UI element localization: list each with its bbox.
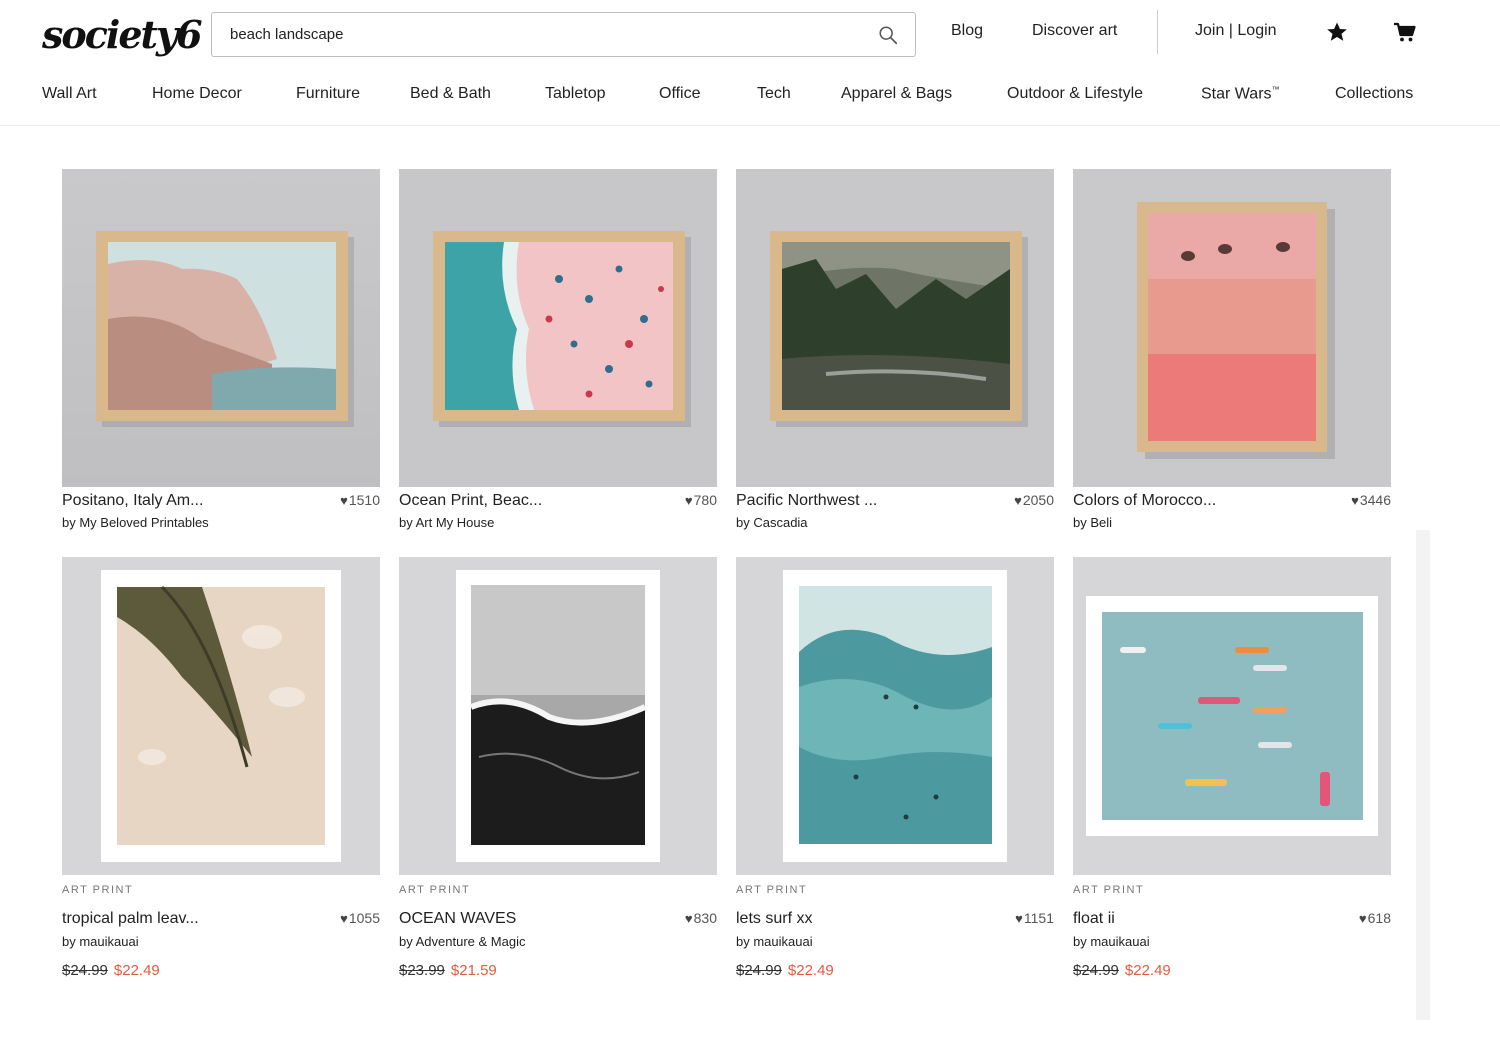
nav-tabletop[interactable]: Tabletop [545, 85, 606, 103]
sale-price: $22.49 [1124, 962, 1171, 979]
like-count-value: 618 [1367, 910, 1391, 926]
original-price: $24.99 [1073, 962, 1119, 979]
like-count-value: 830 [693, 910, 717, 926]
like-count[interactable]: ♥1510 [340, 492, 380, 508]
product-card[interactable]: Ocean Print, Beac... ♥780 by Art My Hous… [399, 169, 717, 539]
price-block: $24.99 $22.49 [736, 962, 834, 979]
heart-icon[interactable]: ♥ [1015, 911, 1023, 926]
like-count-value: 2050 [1022, 492, 1054, 508]
nav-bed-bath[interactable]: Bed & Bath [410, 85, 491, 103]
trademark-mark: ™ [1271, 85, 1280, 94]
nav-collections[interactable]: Collections [1335, 85, 1413, 103]
product-image[interactable] [1073, 169, 1391, 487]
original-price: $23.99 [399, 962, 445, 979]
product-artist[interactable]: by mauikauai [736, 934, 813, 949]
product-title[interactable]: Positano, Italy Am... [62, 492, 203, 510]
product-type: ART PRINT [1073, 884, 1145, 896]
product-card[interactable]: ART PRINT lets surf xx ♥1151 by mauikaua… [736, 557, 1054, 997]
discover-art-link[interactable]: Discover art [1032, 22, 1117, 40]
like-count-value: 1055 [348, 910, 380, 926]
product-image[interactable] [62, 557, 380, 875]
search-bar[interactable] [211, 12, 916, 57]
search-input[interactable] [230, 26, 877, 43]
nav-office[interactable]: Office [659, 85, 701, 103]
sale-price: $22.49 [787, 962, 834, 979]
header-divider [1157, 10, 1158, 54]
nav-apparel-bags[interactable]: Apparel & Bags [841, 85, 952, 103]
nav-star-wars[interactable]: Star Wars™ [1201, 85, 1280, 103]
like-count[interactable]: ♥1055 [340, 910, 380, 926]
product-artist[interactable]: by Art My House [399, 515, 494, 530]
join-login-link[interactable]: Join | Login [1195, 22, 1277, 40]
product-type: ART PRINT [62, 884, 134, 896]
product-card[interactable]: ART PRINT OCEAN WAVES ♥830 by Adventure … [399, 557, 717, 997]
cart-icon[interactable] [1393, 20, 1417, 44]
product-card[interactable]: ART PRINT tropical palm leav... ♥1055 by… [62, 557, 380, 997]
product-image[interactable] [1073, 557, 1391, 875]
product-card[interactable]: ART PRINT float ii ♥618 by mauikauai $24… [1073, 557, 1391, 997]
heart-icon[interactable]: ♥ [340, 493, 348, 508]
product-card[interactable]: Pacific Northwest ... ♥2050 by Cascadia [736, 169, 1054, 539]
heart-icon[interactable]: ♥ [685, 493, 693, 508]
original-price: $24.99 [736, 962, 782, 979]
like-count[interactable]: ♥1151 [1015, 910, 1054, 926]
like-count-value: 1151 [1023, 910, 1054, 926]
search-icon[interactable] [877, 24, 899, 46]
product-title[interactable]: lets surf xx [736, 910, 812, 928]
heart-icon[interactable]: ♥ [1014, 493, 1022, 508]
nav-star-wars-label: Star Wars [1201, 85, 1272, 103]
nav-furniture[interactable]: Furniture [296, 85, 360, 103]
heart-icon[interactable]: ♥ [1359, 911, 1367, 926]
product-type: ART PRINT [399, 884, 471, 896]
product-artist[interactable]: by Beli [1073, 515, 1112, 530]
product-image[interactable] [736, 169, 1054, 487]
product-title[interactable]: Pacific Northwest ... [736, 492, 877, 510]
like-count[interactable]: ♥2050 [1014, 492, 1054, 508]
like-count[interactable]: ♥780 [685, 492, 717, 508]
heart-icon[interactable]: ♥ [340, 911, 348, 926]
like-count[interactable]: ♥3446 [1351, 492, 1391, 508]
product-artist[interactable]: by mauikauai [62, 934, 139, 949]
scrollbar[interactable] [1416, 530, 1430, 1020]
product-artist[interactable]: by mauikauai [1073, 934, 1150, 949]
product-artist[interactable]: by My Beloved Printables [62, 515, 209, 530]
category-nav: Wall Art Home Decor Furniture Bed & Bath… [0, 70, 1500, 126]
like-count-value: 3446 [1359, 492, 1391, 508]
like-count-value: 780 [693, 492, 717, 508]
product-image[interactable] [399, 557, 717, 875]
product-artist[interactable]: by Adventure & Magic [399, 934, 525, 949]
like-count-value: 1510 [348, 492, 380, 508]
blog-link[interactable]: Blog [951, 22, 983, 40]
price-block: $23.99 $21.59 [399, 962, 497, 979]
sale-price: $22.49 [113, 962, 160, 979]
nav-tech[interactable]: Tech [757, 85, 791, 103]
sale-price: $21.59 [450, 962, 497, 979]
product-title[interactable]: OCEAN WAVES [399, 910, 516, 928]
nav-outdoor-lifestyle[interactable]: Outdoor & Lifestyle [1007, 85, 1143, 103]
product-title[interactable]: Ocean Print, Beac... [399, 492, 542, 510]
like-count[interactable]: ♥618 [1359, 910, 1391, 926]
product-image[interactable] [62, 169, 380, 487]
product-image[interactable] [736, 557, 1054, 875]
original-price: $24.99 [62, 962, 108, 979]
star-icon[interactable] [1325, 20, 1349, 44]
price-block: $24.99 $22.49 [62, 962, 160, 979]
product-title[interactable]: Colors of Morocco... [1073, 492, 1216, 510]
product-title[interactable]: tropical palm leav... [62, 910, 199, 928]
product-type: ART PRINT [736, 884, 808, 896]
like-count[interactable]: ♥830 [685, 910, 717, 926]
product-title[interactable]: float ii [1073, 910, 1115, 928]
heart-icon[interactable]: ♥ [685, 911, 693, 926]
product-card[interactable]: Positano, Italy Am... ♥1510 by My Belove… [62, 169, 380, 539]
product-card[interactable]: Colors of Morocco... ♥3446 by Beli [1073, 169, 1391, 539]
nav-home-decor[interactable]: Home Decor [152, 85, 242, 103]
heart-icon[interactable]: ♥ [1351, 493, 1359, 508]
society6-logo[interactable]: society6 [42, 12, 203, 57]
price-block: $24.99 $22.49 [1073, 962, 1171, 979]
nav-wall-art[interactable]: Wall Art [42, 85, 97, 103]
product-artist[interactable]: by Cascadia [736, 515, 808, 530]
product-image[interactable] [399, 169, 717, 487]
